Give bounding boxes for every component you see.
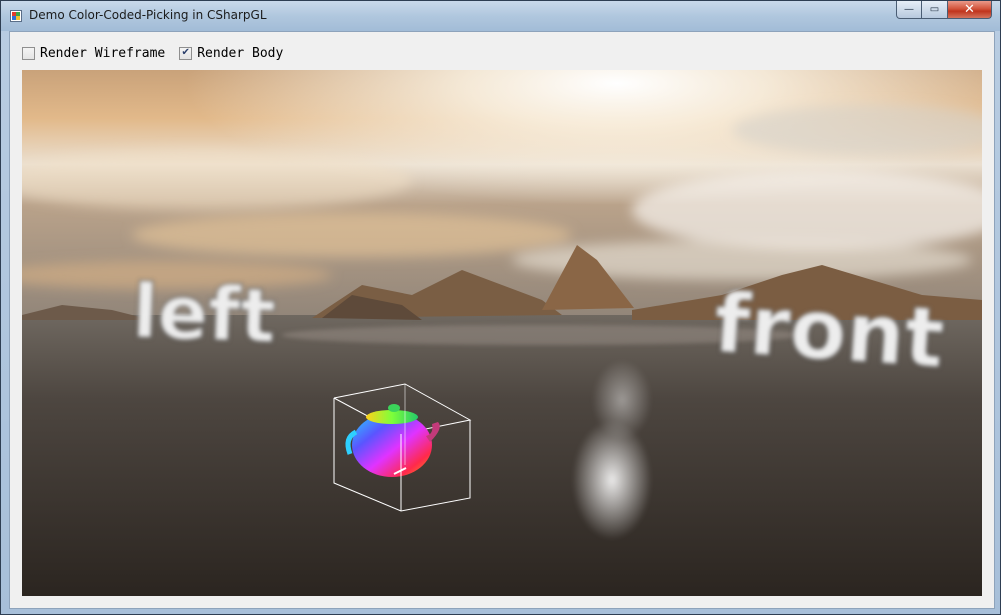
gl-viewport[interactable]: left front (22, 70, 982, 596)
render-body-option[interactable]: ✔ Render Body (179, 46, 283, 61)
render-body-label: Render Body (197, 45, 284, 61)
scene-canvas: left front (22, 70, 982, 596)
render-body-checkbox[interactable]: ✔ (179, 46, 193, 60)
app-icon (10, 10, 22, 22)
caption-buttons: — ▭ ✕ (896, 1, 992, 21)
teapot-knob (388, 404, 400, 412)
scene-text-left: left (131, 269, 277, 360)
close-icon: ✕ (964, 2, 975, 17)
maximize-icon: ▭ (929, 4, 940, 15)
client-area: Render Wireframe ✔ Render Body left fron… (9, 31, 995, 609)
render-wireframe-label: Render Wireframe (40, 45, 166, 61)
minimize-button[interactable]: — (896, 1, 922, 19)
app-window: Demo Color-Coded-Picking in CSharpGL — ▭… (0, 0, 1001, 615)
close-button[interactable]: ✕ (948, 1, 992, 19)
teapot-lid (366, 410, 418, 424)
window-title: Demo Color-Coded-Picking in CSharpGL (29, 8, 267, 22)
scene-text-front: front (711, 276, 947, 387)
minimize-icon: — (904, 4, 914, 15)
render-wireframe-checkbox[interactable] (22, 46, 35, 60)
options-row: Render Wireframe ✔ Render Body (22, 44, 297, 62)
maximize-button[interactable]: ▭ (922, 1, 948, 19)
render-wireframe-option[interactable]: Render Wireframe (22, 46, 165, 61)
title-bar[interactable]: Demo Color-Coded-Picking in CSharpGL — ▭… (1, 1, 1000, 31)
